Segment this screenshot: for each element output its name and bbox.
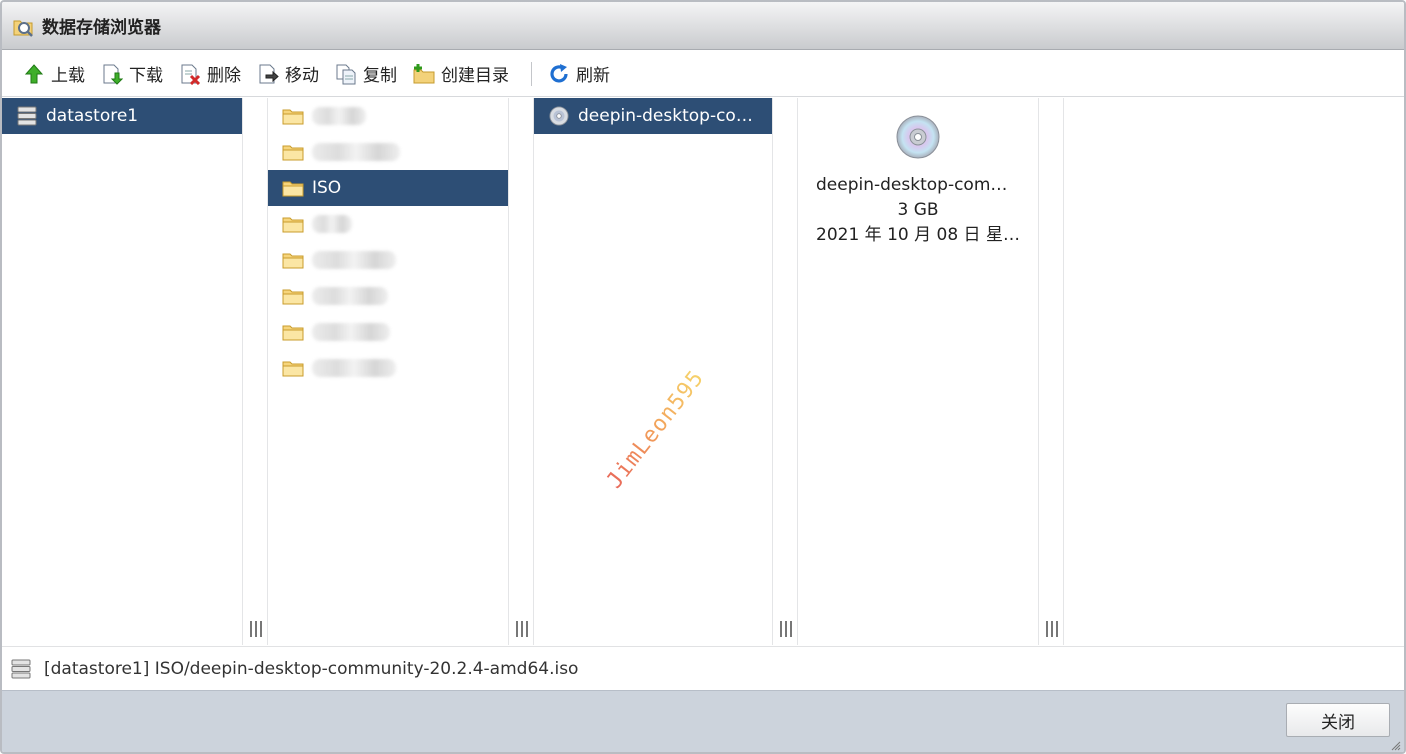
column-browser: datastore1 ISO deepin-desktop-co… deepin…	[2, 98, 1404, 645]
folder-icon	[282, 109, 304, 125]
copy-label: 复制	[363, 66, 397, 86]
datastore-icon	[17, 106, 37, 126]
column-splitter[interactable]	[1038, 98, 1064, 645]
preview-file-date: 2021 年 10 月 08 日 星…	[816, 225, 1020, 245]
move-button[interactable]: 移动	[251, 58, 325, 90]
folder-row[interactable]	[268, 242, 508, 278]
column-splitter[interactable]	[772, 98, 798, 645]
folder-name-redacted	[312, 359, 396, 377]
datastore-browser-window: 数据存储浏览器 上载 下载 删除 移动 复制 创建目录 刷新 datastore…	[0, 0, 1406, 754]
title-bar[interactable]: 数据存储浏览器	[2, 2, 1404, 50]
create-folder-button[interactable]: 创建目录	[407, 58, 515, 90]
resize-grip-icon	[250, 621, 262, 637]
folder-row[interactable]	[268, 350, 508, 386]
resize-handle-icon[interactable]	[1391, 741, 1401, 751]
folder-row-iso[interactable]: ISO	[268, 170, 508, 206]
selected-path: [datastore1] ISO/deepin-desktop-communit…	[44, 658, 579, 679]
copy-icon	[336, 64, 356, 84]
datastore-browser-icon	[13, 20, 33, 37]
folder-icon	[282, 325, 304, 341]
datastore-name: datastore1	[46, 106, 139, 126]
file-column: deepin-desktop-co…	[534, 98, 772, 645]
file-name: deepin-desktop-co…	[578, 106, 753, 126]
file-row[interactable]: deepin-desktop-co…	[534, 98, 772, 134]
column-splitter[interactable]	[242, 98, 268, 645]
folder-name-redacted	[312, 287, 388, 305]
upload-label: 上载	[51, 66, 85, 86]
datastore-row[interactable]: datastore1	[2, 98, 242, 134]
toolbar-separator	[531, 61, 532, 86]
copy-button[interactable]: 复制	[329, 58, 403, 90]
upload-button[interactable]: 上载	[17, 58, 91, 90]
folder-name: ISO	[312, 178, 342, 198]
delete-label: 删除	[207, 66, 241, 86]
window-title: 数据存储浏览器	[42, 18, 161, 38]
folder-row[interactable]	[268, 134, 508, 170]
toolbar: 上载 下载 删除 移动 复制 创建目录 刷新	[2, 51, 1404, 97]
move-icon	[259, 64, 279, 83]
resize-grip-icon	[1046, 621, 1058, 637]
create-folder-label: 创建目录	[441, 66, 509, 86]
folder-icon	[282, 145, 304, 161]
folder-icon	[282, 217, 304, 233]
status-bar: [datastore1] ISO/deepin-desktop-communit…	[2, 646, 1404, 690]
folder-column: ISO	[268, 98, 508, 645]
preview-file-name: deepin-desktop-comm…	[816, 175, 1024, 195]
folder-row[interactable]	[268, 278, 508, 314]
folder-icon	[282, 289, 304, 305]
folder-name-redacted	[312, 323, 390, 341]
delete-button[interactable]: 删除	[173, 58, 247, 90]
new-folder-icon	[413, 63, 435, 83]
folder-row[interactable]	[268, 314, 508, 350]
preview-file-size: 3 GB	[897, 200, 939, 220]
datastore-icon	[11, 659, 31, 678]
download-icon	[103, 64, 123, 85]
folder-name-redacted	[312, 107, 366, 125]
delete-icon	[181, 64, 201, 85]
folder-row[interactable]	[268, 98, 508, 134]
download-label: 下载	[129, 66, 163, 86]
disc-icon	[549, 106, 569, 126]
folder-name-redacted	[312, 251, 396, 269]
folder-icon	[282, 253, 304, 269]
folder-icon	[282, 181, 304, 197]
download-button[interactable]: 下载	[95, 58, 169, 90]
folder-name-redacted	[312, 215, 352, 233]
close-button[interactable]: 关闭	[1286, 703, 1390, 737]
empty-column	[1064, 98, 1404, 645]
column-splitter[interactable]	[508, 98, 534, 645]
dialog-footer: 关闭	[2, 690, 1404, 752]
resize-grip-icon	[780, 621, 792, 637]
refresh-label: 刷新	[576, 66, 610, 86]
refresh-button[interactable]: 刷新	[542, 58, 616, 90]
resize-grip-icon	[516, 621, 528, 637]
folder-name-redacted	[312, 143, 400, 161]
folder-row[interactable]	[268, 206, 508, 242]
upload-arrow-icon	[24, 63, 44, 83]
refresh-icon	[550, 63, 568, 83]
disc-icon	[896, 115, 940, 159]
file-preview: deepin-desktop-comm… 3 GB 2021 年 10 月 08…	[798, 98, 1038, 645]
datastore-column: datastore1	[2, 98, 242, 645]
folder-icon	[282, 361, 304, 377]
move-label: 移动	[285, 66, 319, 86]
